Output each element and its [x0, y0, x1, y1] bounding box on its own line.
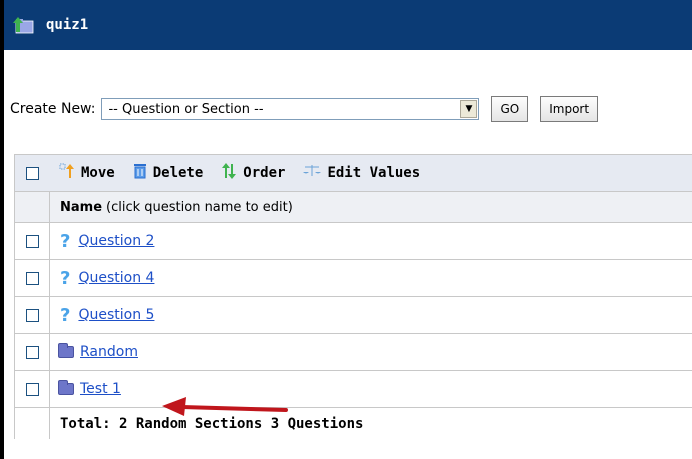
dropdown-arrow-icon[interactable]: ▼ [460, 100, 478, 118]
table-row: ? Question 4 [15, 259, 692, 296]
move-icon [59, 163, 75, 183]
import-button[interactable]: Import [540, 96, 599, 122]
row-checkbox[interactable] [25, 271, 39, 285]
question-link[interactable]: Question 5 [78, 307, 154, 323]
row-checkbox[interactable] [25, 345, 39, 359]
create-new-row: Create New: -- Question or Section -- ▼ … [10, 96, 599, 122]
scales-icon [303, 164, 322, 182]
table-header-row: Name (click question name to edit) [15, 191, 692, 222]
table-footer-row: Total: 2 Random Sections 3 Questions [15, 407, 692, 439]
annotation-arrow-icon [162, 397, 288, 416]
table-row: ? Question 2 [15, 222, 692, 259]
folder-up-icon [12, 16, 34, 34]
table-row: Random [15, 333, 692, 370]
folder-icon [58, 343, 74, 358]
order-arrows-icon [221, 163, 237, 183]
question-link[interactable]: Question 4 [78, 270, 154, 286]
edit-values-button[interactable]: Edit Values [303, 164, 420, 182]
question-icon: ? [60, 304, 71, 326]
delete-button[interactable]: Delete [133, 163, 203, 183]
order-button[interactable]: Order [221, 163, 285, 183]
table-toolbar: Move Delete Order Edit Values [15, 154, 692, 191]
row-checkbox[interactable] [25, 308, 39, 322]
row-checkbox[interactable] [25, 382, 39, 396]
question-icon: ? [60, 230, 71, 252]
create-new-select[interactable]: -- Question or Section -- ▼ [101, 98, 480, 120]
section-link[interactable]: Test 1 [80, 381, 121, 397]
question-link[interactable]: Question 2 [78, 233, 154, 249]
total-summary: Total: 2 Random Sections 3 Questions [60, 415, 364, 432]
row-checkbox[interactable] [25, 234, 39, 248]
question-icon: ? [60, 267, 71, 289]
name-column-header: Name (click question name to edit) [60, 199, 293, 215]
move-button[interactable]: Move [59, 163, 115, 183]
folder-icon [58, 380, 74, 395]
go-button[interactable]: GO [491, 96, 529, 122]
select-all-checkbox[interactable] [25, 166, 39, 180]
title-bar: quiz1 [4, 0, 692, 50]
table-row: ? Question 5 [15, 296, 692, 333]
create-new-label: Create New: [10, 101, 96, 117]
page-title: quiz1 [46, 17, 89, 33]
create-new-selected-value: -- Question or Section -- [108, 101, 264, 117]
questions-table: Move Delete Order Edit Values Name (clic… [14, 154, 692, 439]
trash-icon [133, 163, 147, 183]
section-link[interactable]: Random [80, 344, 138, 360]
table-row: Test 1 [15, 370, 692, 407]
